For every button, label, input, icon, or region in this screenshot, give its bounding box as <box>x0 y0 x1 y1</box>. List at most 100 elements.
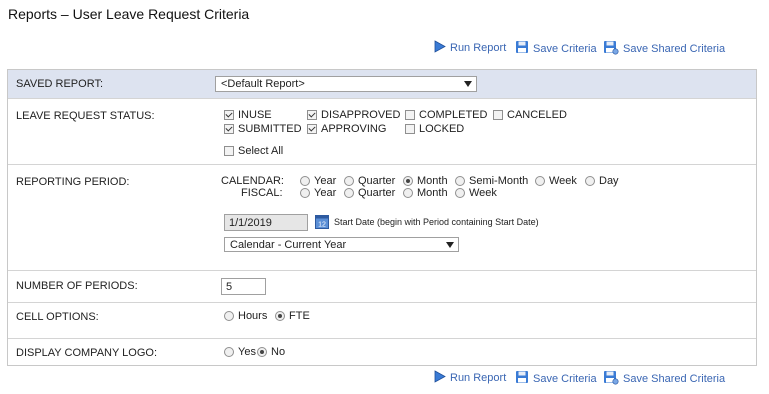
radio-circle[interactable] <box>455 188 465 198</box>
shared-floppy-icon <box>603 40 619 58</box>
save-shared-criteria-label: Save Shared Criteria <box>623 43 726 55</box>
status-option-label: LOCKED <box>419 123 465 135</box>
radio-label: Year <box>314 175 337 187</box>
cell-options-row: CELL OPTIONS: Hours FTE <box>8 302 756 339</box>
reporting-period-row: REPORTING PERIOD: CALENDAR: FISCAL: Year… <box>8 164 756 271</box>
chevron-down-icon <box>446 242 454 248</box>
company-logo-row: DISPLAY COMPANY LOGO: Yes No <box>8 338 756 367</box>
radio-label: Month <box>417 175 448 187</box>
radio-circle[interactable] <box>300 188 310 198</box>
leave-status-label: LEAVE REQUEST STATUS: <box>16 110 155 122</box>
logo-no-radio[interactable]: No <box>257 346 285 358</box>
run-report-button[interactable]: Run Report <box>433 370 506 386</box>
save-shared-criteria-button[interactable]: Save Shared Criteria <box>603 370 725 388</box>
save-criteria-button[interactable]: Save Criteria <box>515 370 597 387</box>
start-date-input[interactable]: 1/1/2019 <box>224 214 308 231</box>
radio-circle[interactable] <box>344 176 354 186</box>
status-submitted-checkbox[interactable]: SUBMITTED <box>224 123 302 135</box>
leave-status-row: LEAVE REQUEST STATUS: INUSE DISAPPROVED … <box>8 98 756 165</box>
svg-text:12: 12 <box>318 222 326 229</box>
radio-label: Quarter <box>358 187 396 199</box>
num-periods-label: NUMBER OF PERIODS: <box>16 280 138 292</box>
status-option-label: APPROVING <box>321 123 387 135</box>
period-range-select[interactable]: Calendar - Current Year <box>224 237 459 252</box>
status-option-label: INUSE <box>238 109 272 121</box>
radio-label: Semi-Month <box>469 175 529 187</box>
radio-circle[interactable] <box>224 347 234 357</box>
shared-floppy-icon <box>603 370 619 388</box>
num-periods-value: 5 <box>226 280 233 293</box>
radio-label: Yes <box>238 346 256 358</box>
play-icon <box>433 370 446 386</box>
criteria-panel: SAVED REPORT: <Default Report> LEAVE REQ… <box>7 69 757 366</box>
radio-circle[interactable] <box>300 176 310 186</box>
fiscal-year-radio[interactable]: Year <box>300 187 336 199</box>
status-disapproved-checkbox[interactable]: DISAPPROVED <box>307 109 400 121</box>
checkbox-box[interactable] <box>405 124 415 134</box>
status-locked-checkbox[interactable]: LOCKED <box>405 123 464 135</box>
calendar-week-radio[interactable]: Week <box>535 175 577 187</box>
saved-report-label: SAVED REPORT: <box>16 78 104 90</box>
radio-circle[interactable] <box>455 176 465 186</box>
fiscal-month-radio[interactable]: Month <box>403 187 448 199</box>
cell-fte-radio[interactable]: FTE <box>275 310 310 322</box>
select-all-checkbox[interactable]: Select All <box>224 145 283 157</box>
status-completed-checkbox[interactable]: COMPLETED <box>405 109 487 121</box>
status-canceled-checkbox[interactable]: CANCELED <box>493 109 567 121</box>
radio-label: Hours <box>238 310 268 322</box>
logo-yes-radio[interactable]: Yes <box>224 346 256 358</box>
calendar-icon[interactable]: 12 <box>315 214 329 232</box>
floppy-icon <box>515 40 529 57</box>
save-criteria-label: Save Criteria <box>533 42 597 55</box>
radio-circle[interactable] <box>257 347 267 357</box>
radio-label: No <box>271 346 286 358</box>
saved-report-value: <Default Report> <box>221 78 305 90</box>
start-date-note: Start Date (begin with Period containing… <box>334 217 539 227</box>
checkbox-box[interactable] <box>224 110 234 120</box>
checkbox-box[interactable] <box>224 146 234 156</box>
radio-circle[interactable] <box>344 188 354 198</box>
status-approving-checkbox[interactable]: APPROVING <box>307 123 386 135</box>
calendar-label: CALENDAR: <box>221 175 284 187</box>
checkbox-box[interactable] <box>405 110 415 120</box>
cell-hours-radio[interactable]: Hours <box>224 310 267 322</box>
period-range-value: Calendar - Current Year <box>230 238 347 251</box>
fiscal-quarter-radio[interactable]: Quarter <box>344 187 395 199</box>
fiscal-label: FISCAL: <box>241 187 283 199</box>
run-report-label: Run Report <box>450 372 507 384</box>
radio-label: Year <box>314 187 337 199</box>
radio-circle[interactable] <box>224 311 234 321</box>
checkbox-box[interactable] <box>307 110 317 120</box>
status-option-label: DISAPPROVED <box>321 109 401 121</box>
num-periods-input[interactable]: 5 <box>221 278 266 295</box>
radio-circle[interactable] <box>535 176 545 186</box>
radio-circle[interactable] <box>403 176 413 186</box>
floppy-icon <box>515 370 529 387</box>
status-option-label: SUBMITTED <box>238 123 302 135</box>
cell-options-label: CELL OPTIONS: <box>16 311 99 323</box>
calendar-year-radio[interactable]: Year <box>300 175 336 187</box>
saved-report-row: SAVED REPORT: <Default Report> <box>8 70 756 98</box>
run-report-button[interactable]: Run Report <box>433 40 506 56</box>
save-criteria-button[interactable]: Save Criteria <box>515 40 597 57</box>
radio-circle[interactable] <box>275 311 285 321</box>
checkbox-box[interactable] <box>493 110 503 120</box>
select-all-label: Select All <box>238 145 284 157</box>
save-shared-criteria-button[interactable]: Save Shared Criteria <box>603 40 725 58</box>
save-criteria-label: Save Criteria <box>533 372 597 385</box>
calendar-semimonth-radio[interactable]: Semi-Month <box>455 175 528 187</box>
calendar-month-radio[interactable]: Month <box>403 175 448 187</box>
calendar-day-radio[interactable]: Day <box>585 175 619 187</box>
radio-label: Week <box>549 175 577 187</box>
radio-label: FTE <box>289 310 310 322</box>
start-date-value: 1/1/2019 <box>229 216 272 229</box>
fiscal-week-radio[interactable]: Week <box>455 187 497 199</box>
calendar-quarter-radio[interactable]: Quarter <box>344 175 395 187</box>
radio-circle[interactable] <box>585 176 595 186</box>
reporting-period-label: REPORTING PERIOD: <box>16 176 130 188</box>
checkbox-box[interactable] <box>307 124 317 134</box>
radio-circle[interactable] <box>403 188 413 198</box>
saved-report-select[interactable]: <Default Report> <box>215 76 477 92</box>
checkbox-box[interactable] <box>224 124 234 134</box>
status-inuse-checkbox[interactable]: INUSE <box>224 109 272 121</box>
